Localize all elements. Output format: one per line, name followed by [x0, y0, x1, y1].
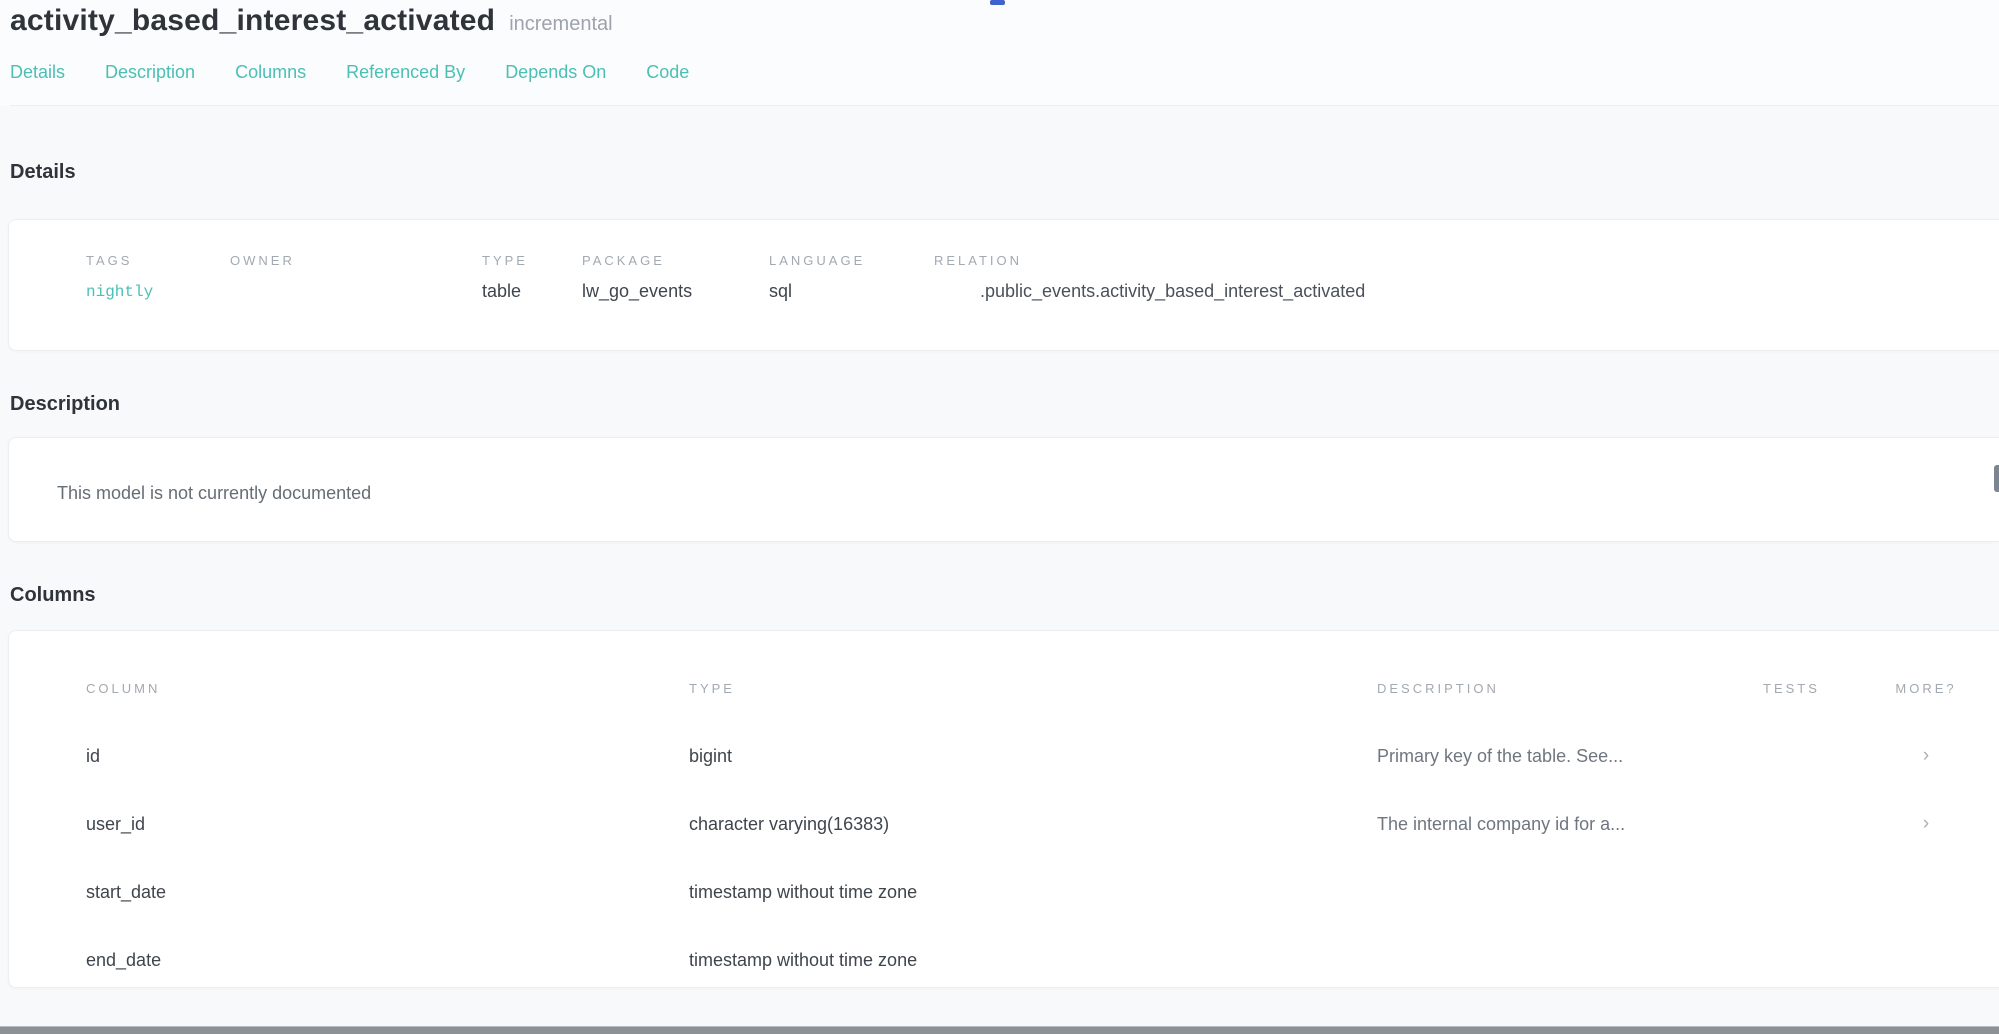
field-package: PACKAGE lw_go_events [582, 253, 769, 302]
field-label-owner: OWNER [230, 253, 482, 268]
cell-column-name: start_date [86, 882, 689, 903]
columns-table-body: id bigint Primary key of the table. See.… [9, 722, 1999, 988]
cell-column-name: user_id [86, 814, 689, 835]
tab-columns[interactable]: Columns [235, 62, 306, 83]
field-label-tags: TAGS [86, 253, 230, 268]
table-row[interactable]: user_id character varying(16383) The int… [9, 790, 1999, 858]
chevron-right-icon[interactable]: › [1881, 813, 1971, 835]
clipped-edit-button[interactable] [1994, 465, 1999, 492]
field-label-package: PACKAGE [582, 253, 769, 268]
tag-link-nightly[interactable]: nightly [86, 283, 230, 301]
tab-bar: Details Description Columns Referenced B… [10, 62, 1999, 105]
field-tags: TAGS nightly [86, 253, 230, 302]
header-tests: TESTS [1763, 681, 1881, 696]
chevron-right-icon[interactable]: › [1881, 745, 1971, 767]
tab-code[interactable]: Code [646, 62, 689, 83]
table-row[interactable]: id bigint Primary key of the table. See.… [9, 722, 1999, 790]
field-value-language: sql [769, 281, 934, 302]
description-card: This model is not currently documented [8, 437, 1999, 542]
cell-type: timestamp without time zone [689, 882, 1377, 903]
field-label-type: TYPE [482, 253, 582, 268]
header-divider [10, 105, 1999, 106]
details-section-heading: Details [0, 161, 1999, 184]
cell-column-name: id [86, 746, 689, 767]
tab-referenced-by[interactable]: Referenced By [346, 62, 465, 83]
title-row: activity_based_interest_activated increm… [10, 4, 1999, 38]
tab-details[interactable]: Details [10, 62, 65, 83]
field-label-relation: RELATION [934, 253, 1999, 268]
field-owner: OWNER [230, 253, 482, 302]
cell-type: bigint [689, 746, 1377, 767]
field-language: LANGUAGE sql [769, 253, 934, 302]
field-value-relation: .public_events.activity_based_interest_a… [934, 281, 1999, 302]
header-type: TYPE [689, 681, 1377, 696]
cell-type: timestamp without time zone [689, 950, 1377, 971]
table-row[interactable]: end_date timestamp without time zone [9, 926, 1999, 988]
field-value-package: lw_go_events [582, 281, 769, 302]
cell-type: character varying(16383) [689, 814, 1377, 835]
tab-description[interactable]: Description [105, 62, 195, 83]
horizontal-scrollbar[interactable] [0, 1026, 1999, 1034]
field-label-language: LANGUAGE [769, 253, 934, 268]
field-type: TYPE table [482, 253, 582, 302]
field-value-type: table [482, 281, 582, 302]
details-fields: TAGS nightly OWNER TYPE table PACKAGE lw… [86, 253, 1999, 302]
header-column: COLUMN [86, 681, 689, 696]
page-title: activity_based_interest_activated [10, 4, 495, 38]
cell-column-name: end_date [86, 950, 689, 971]
description-section-heading: Description [0, 393, 1999, 416]
cell-description: Primary key of the table. See... [1377, 746, 1763, 767]
page-header: activity_based_interest_activated increm… [0, 0, 1999, 106]
materialization-badge: incremental [509, 13, 612, 36]
header-more: MORE? [1881, 681, 1971, 696]
columns-table-header: COLUMN TYPE DESCRIPTION TESTS MORE? [9, 681, 1999, 696]
details-card: TAGS nightly OWNER TYPE table PACKAGE lw… [8, 219, 1999, 351]
clipped-link-icon [990, 0, 1005, 5]
field-relation: RELATION .public_events.activity_based_i… [934, 253, 1999, 302]
table-row[interactable]: start_date timestamp without time zone [9, 858, 1999, 926]
header-description: DESCRIPTION [1377, 681, 1763, 696]
description-text: This model is not currently documented [57, 483, 371, 503]
columns-card: COLUMN TYPE DESCRIPTION TESTS MORE? id b… [8, 630, 1999, 988]
tab-depends-on[interactable]: Depends On [505, 62, 606, 83]
cell-description: The internal company id for a... [1377, 814, 1763, 835]
columns-section-heading: Columns [0, 584, 1999, 607]
